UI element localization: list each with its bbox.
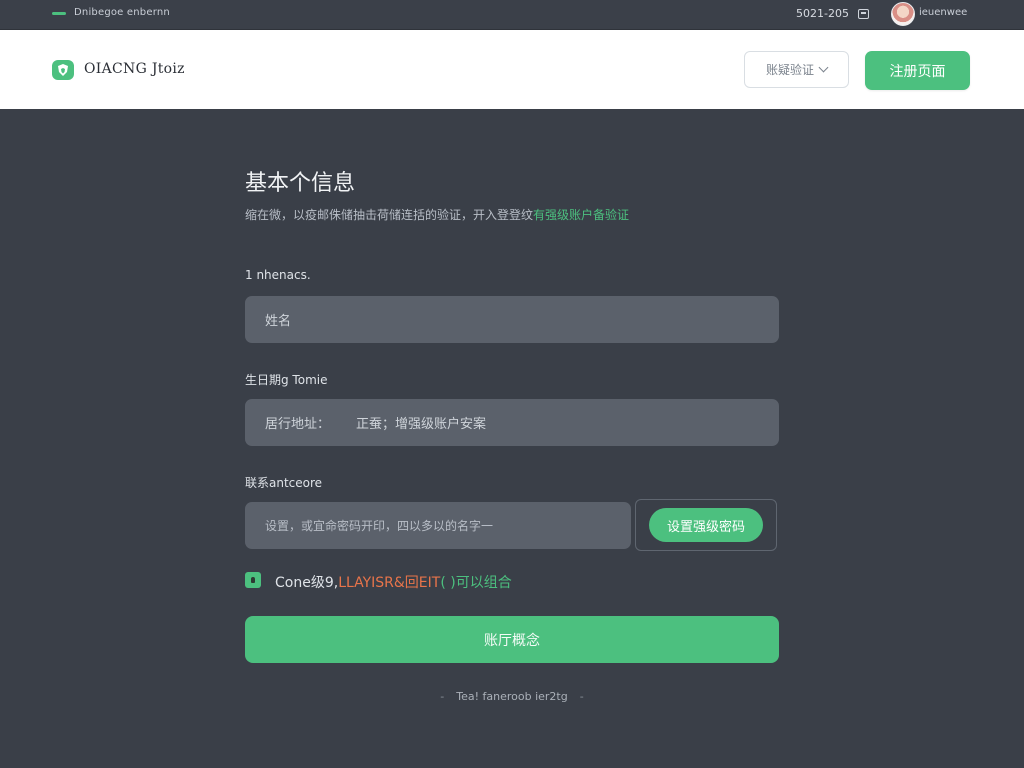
status-username[interactable]: ieuenwee	[919, 7, 967, 18]
subtitle-link[interactable]: 有强级账户备验证	[533, 208, 629, 222]
agree-link[interactable]: ( )可以组合	[440, 575, 511, 591]
logo-shield-icon[interactable]	[51, 58, 75, 82]
verify-select-label: 账疑验证	[765, 63, 814, 77]
chevron-down-icon	[818, 62, 829, 73]
lock-icon	[251, 577, 255, 583]
footer-note: - Tea! faneroob ier2tg -	[0, 690, 1024, 703]
agree-checkbox[interactable]	[245, 572, 261, 588]
verify-select[interactable]: 账疑验证	[744, 51, 849, 88]
agree-warning-text: LLAYISR&回EIT	[338, 575, 441, 591]
code-button-frame: 设置强级密码	[635, 499, 777, 551]
address-label: 生日期g Tomie	[245, 373, 328, 387]
avatar[interactable]	[891, 2, 915, 26]
agree-text: Cone级9,LLAYISR&回EIT( )可以组合	[275, 572, 512, 592]
agree-prefix: Cone级9,	[275, 575, 339, 591]
code-placeholder: 设置，或宜命密码开印，四以多以的名字一	[265, 519, 494, 533]
address-value: 正蚕；增强级账户安案	[356, 417, 487, 432]
register-button[interactable]: 注册页面	[865, 51, 970, 90]
name-input[interactable]: 姓名	[245, 296, 779, 343]
code-label: 联系antceore	[245, 476, 323, 490]
name-label: 1 nhenacs.	[245, 268, 311, 282]
footer-dash-left: -	[440, 690, 445, 703]
page-subtitle: 缩在微，以疫邮侏储抽击荷储连括的验证，开入登登纹有强级账户备验证	[245, 206, 629, 223]
page-title: 基本个信息	[245, 171, 356, 196]
set-password-button[interactable]: 设置强级密码	[649, 508, 763, 542]
status-bar: Dnibegoe enbernn 5021-205 ieuenwee	[0, 0, 1024, 30]
footer-dash-right: -	[579, 690, 584, 703]
header: OIACNG Jtoiz 账疑验证 注册页面	[0, 30, 1024, 109]
code-input[interactable]: 设置，或宜命密码开印，四以多以的名字一	[245, 502, 631, 549]
submit-button[interactable]: 账厅概念	[245, 616, 779, 663]
window-icon[interactable]	[858, 9, 869, 19]
status-time: 5021-205	[796, 7, 849, 20]
address-prefix: 居行地址：	[265, 417, 331, 432]
status-indicator-icon	[52, 12, 66, 15]
footer-text[interactable]: Tea! faneroob ier2tg	[456, 690, 567, 703]
subtitle-text: 缩在微，以疫邮侏储抽击荷储连括的验证，开入登登纹	[245, 208, 534, 222]
address-input[interactable]: 居行地址： 正蚕；增强级账户安案	[245, 399, 779, 446]
logo-text[interactable]: OIACNG Jtoiz	[84, 61, 185, 77]
status-left-text: Dnibegoe enbernn	[74, 7, 170, 18]
name-placeholder: 姓名	[265, 314, 292, 329]
